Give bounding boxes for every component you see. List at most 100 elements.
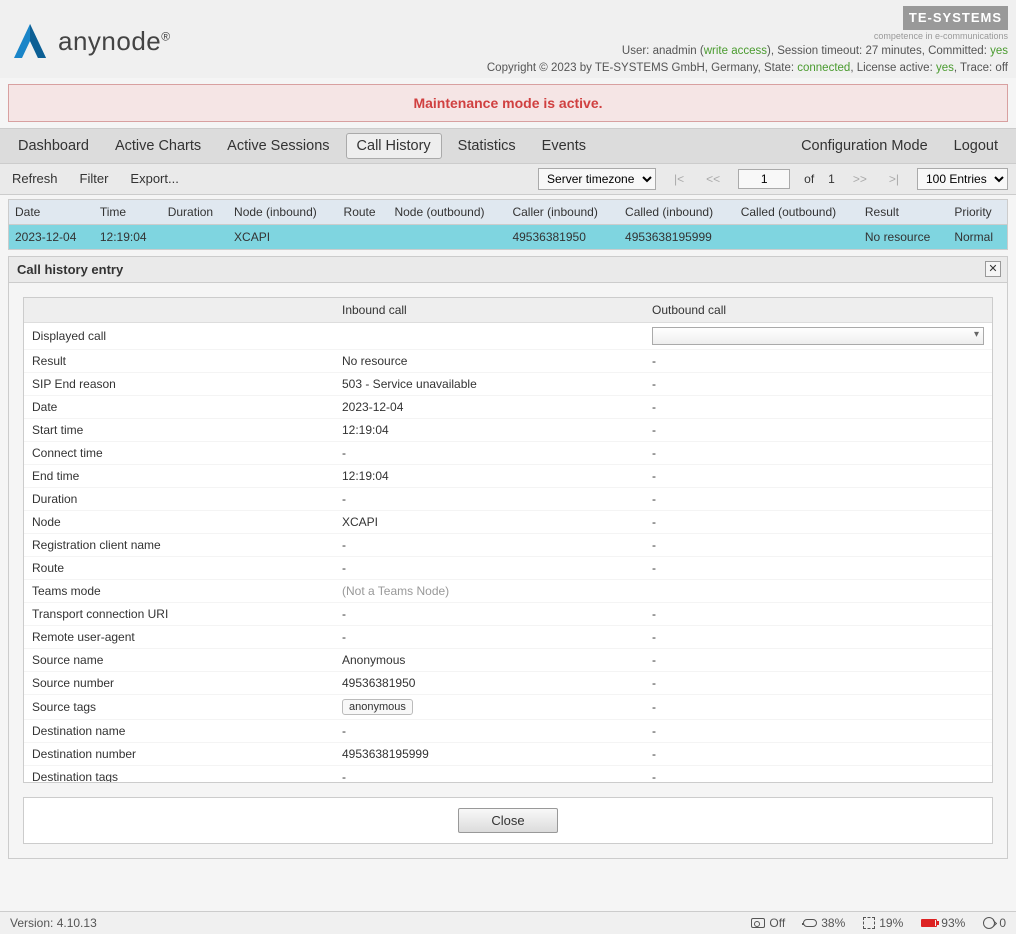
sessions-icon: [983, 917, 995, 929]
detail-scroll-area[interactable]: Inbound call Outbound call Displayed cal…: [23, 297, 993, 783]
nav-active-charts[interactable]: Active Charts: [105, 134, 211, 158]
source-tag: anonymous: [342, 699, 413, 715]
detail-row: Source number49536381950-: [24, 671, 992, 694]
table-row[interactable]: 2023-12-04 12:19:04 XCAPI 49536381950 49…: [9, 224, 1007, 249]
detail-row: ResultNo resource-: [24, 349, 992, 372]
detail-label: Connect time: [24, 441, 334, 464]
detail-row: Source tags anonymous -: [24, 694, 992, 719]
filter-button[interactable]: Filter: [76, 168, 113, 189]
detail-inbound-value: 4953638195999: [334, 742, 644, 765]
displayed-call-select[interactable]: [652, 327, 984, 345]
col-node-inbound[interactable]: Node (inbound): [228, 200, 338, 225]
call-history-entry-panel: Call history entry ✕ Inbound call Outbou…: [8, 256, 1008, 859]
detail-inbound-value: 49536381950: [334, 671, 644, 694]
trace-icon: [751, 918, 765, 928]
table-header-row: Date Time Duration Node (inbound) Route …: [9, 200, 1007, 225]
copyright-line: Copyright © 2023 by TE-SYSTEMS GmbH, Ger…: [487, 60, 1008, 77]
user-line: User: anadmin (write access), Session ti…: [487, 43, 1008, 60]
pager-first[interactable]: |<: [670, 172, 688, 186]
nav-logout[interactable]: Logout: [944, 134, 1008, 158]
detail-col-label: [24, 298, 334, 323]
pager-next[interactable]: >>: [849, 172, 871, 186]
entries-select[interactable]: 100 Entries: [917, 168, 1008, 190]
nav-active-sessions[interactable]: Active Sessions: [217, 134, 339, 158]
status-sessions[interactable]: 0: [983, 916, 1006, 930]
brand-name: anynode®: [58, 26, 171, 57]
memory-icon: [921, 919, 937, 927]
version-label: Version: 4.10.13: [10, 916, 97, 930]
timezone-select[interactable]: Server timezone: [538, 168, 656, 190]
te-systems-sublogo: competence in e-communications: [487, 30, 1008, 44]
page-of-label: of: [804, 172, 814, 186]
detail-inbound-value: Anonymous: [334, 648, 644, 671]
col-time[interactable]: Time: [94, 200, 162, 225]
detail-inbound-value: 12:19:04: [334, 464, 644, 487]
detail-label: Destination tags: [24, 765, 334, 783]
detail-outbound-value: -: [644, 372, 992, 395]
col-duration[interactable]: Duration: [162, 200, 228, 225]
status-cpu[interactable]: 19%: [863, 916, 903, 930]
page-total: 1: [828, 172, 835, 186]
detail-row: Destination name--: [24, 719, 992, 742]
detail-inbound-value: 12:19:04: [334, 418, 644, 441]
detail-row: Connect time--: [24, 441, 992, 464]
nav-statistics[interactable]: Statistics: [448, 134, 526, 158]
detail-inbound-value: -: [334, 441, 644, 464]
col-called-outbound[interactable]: Called (outbound): [735, 200, 859, 225]
detail-label: Source tags: [24, 694, 334, 719]
cpu-icon: [863, 917, 875, 929]
detail-footer: Close: [23, 797, 993, 844]
detail-label: Date: [24, 395, 334, 418]
pager-prev[interactable]: <<: [702, 172, 724, 186]
status-memory[interactable]: 93%: [921, 916, 965, 930]
page-input[interactable]: [738, 169, 790, 189]
col-caller-inbound[interactable]: Caller (inbound): [506, 200, 619, 225]
detail-panel-title: Call history entry: [9, 257, 1007, 283]
detail-row: Displayed call: [24, 322, 992, 349]
detail-inbound-value: (Not a Teams Node): [334, 579, 644, 602]
detail-row: Destination tags--: [24, 765, 992, 783]
detail-col-inbound: Inbound call: [334, 298, 644, 323]
detail-row: Transport connection URI--: [24, 602, 992, 625]
refresh-button[interactable]: Refresh: [8, 168, 62, 189]
detail-inbound-value: -: [334, 765, 644, 783]
col-priority[interactable]: Priority: [948, 200, 1007, 225]
status-trace[interactable]: Off: [751, 916, 785, 930]
col-called-inbound[interactable]: Called (inbound): [619, 200, 735, 225]
detail-outbound-value: -: [644, 556, 992, 579]
toolbar: Refresh Filter Export... Server timezone…: [0, 164, 1016, 195]
detail-label: Destination name: [24, 719, 334, 742]
nav-config-mode[interactable]: Configuration Mode: [791, 134, 938, 158]
col-result[interactable]: Result: [859, 200, 948, 225]
col-route[interactable]: Route: [338, 200, 389, 225]
close-icon[interactable]: ✕: [985, 261, 1001, 277]
nav-dashboard[interactable]: Dashboard: [8, 134, 99, 158]
detail-row: NodeXCAPI-: [24, 510, 992, 533]
col-date[interactable]: Date: [9, 200, 94, 225]
detail-outbound-value: -: [644, 625, 992, 648]
detail-label: Node: [24, 510, 334, 533]
close-button[interactable]: Close: [458, 808, 557, 833]
detail-outbound-value: -: [644, 533, 992, 556]
detail-label: Start time: [24, 418, 334, 441]
detail-inbound-value: XCAPI: [334, 510, 644, 533]
detail-outbound-value: -: [644, 510, 992, 533]
detail-inbound-value: 2023-12-04: [334, 395, 644, 418]
detail-inbound-value: -: [334, 602, 644, 625]
detail-label: Displayed call: [24, 322, 334, 349]
nav-events[interactable]: Events: [532, 134, 596, 158]
detail-inbound-value: -: [334, 487, 644, 510]
detail-outbound-value: -: [644, 694, 992, 719]
detail-row: End time12:19:04-: [24, 464, 992, 487]
status-disk[interactable]: 38%: [803, 916, 845, 930]
detail-outbound-value: -: [644, 719, 992, 742]
detail-label: Source name: [24, 648, 334, 671]
logo-area: anynode®: [8, 6, 171, 78]
detail-outbound-value: -: [644, 648, 992, 671]
status-bar: Version: 4.10.13 Off 38% 19% 93% 0: [0, 911, 1016, 934]
nav-call-history[interactable]: Call History: [346, 133, 442, 159]
col-node-outbound[interactable]: Node (outbound): [388, 200, 506, 225]
export-button[interactable]: Export...: [126, 168, 182, 189]
pager-last[interactable]: >|: [885, 172, 903, 186]
detail-label: Duration: [24, 487, 334, 510]
